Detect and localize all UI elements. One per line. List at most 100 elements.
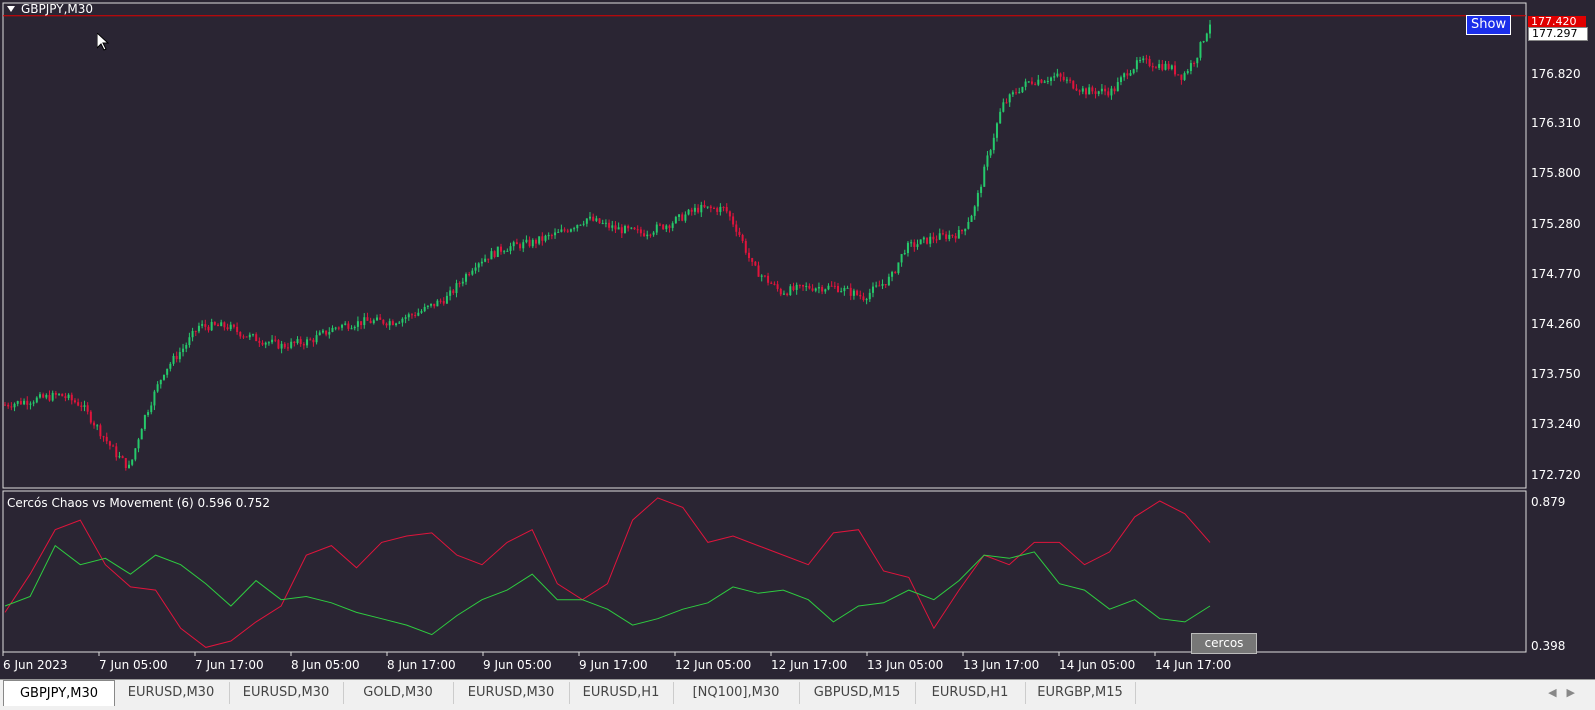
chart-tab[interactable]: [NQ100],M30: [673, 682, 800, 704]
candle-body: [296, 339, 299, 343]
candle-body: [96, 425, 99, 427]
candle-body: [1056, 73, 1059, 77]
candle-body: [484, 258, 487, 262]
candle-body: [375, 317, 378, 321]
chart-tab[interactable]: GBPJPY,M30: [3, 680, 115, 706]
candle-body: [264, 342, 267, 345]
chart-tab[interactable]: GOLD,M30: [343, 682, 454, 704]
candle-body: [1050, 77, 1053, 81]
candle-body: [251, 334, 254, 336]
candle-body: [102, 436, 105, 438]
chart-tab[interactable]: EURGBP,M15: [1025, 682, 1136, 704]
candle-body: [312, 339, 315, 343]
candle-body: [379, 317, 382, 320]
cercos-button[interactable]: cercos: [1191, 633, 1257, 654]
candle-body: [356, 321, 359, 327]
candle-body: [614, 225, 617, 230]
candle-body: [830, 285, 833, 287]
candle-body: [973, 206, 976, 216]
candle-body: [703, 204, 706, 208]
candle-body: [722, 206, 725, 208]
candle-body: [496, 246, 499, 257]
candle-body: [732, 216, 735, 225]
candle-body: [293, 341, 296, 343]
time-tick-label: 7 Jun 17:00: [195, 658, 264, 672]
candle-body: [232, 324, 235, 327]
price-chart-svg[interactable]: [0, 0, 1595, 709]
candle-body: [814, 288, 817, 291]
candle-body: [808, 285, 811, 289]
candle-body: [363, 317, 366, 326]
candle-body: [881, 284, 884, 286]
candle-body: [674, 216, 677, 224]
candle-body: [849, 287, 852, 296]
candle-body: [1065, 79, 1068, 81]
candle-body: [534, 239, 537, 244]
candle-body: [802, 284, 805, 287]
candle-body: [932, 236, 935, 240]
candle-body: [315, 335, 318, 343]
candle-body: [16, 401, 19, 404]
candle-body: [1107, 91, 1110, 96]
candle-body: [922, 237, 925, 240]
candle-body: [576, 224, 579, 229]
candle-body: [544, 235, 547, 241]
candle-body: [646, 234, 649, 237]
candle-body: [592, 216, 595, 221]
candle-body: [611, 225, 614, 228]
chart-tab[interactable]: EURUSD,M30: [113, 682, 230, 704]
candle-body: [341, 324, 344, 328]
candle-body: [306, 339, 309, 346]
candle-body: [789, 286, 792, 296]
time-tick-label: 12 Jun 17:00: [771, 658, 848, 672]
candle-body: [42, 394, 45, 398]
candle-body: [1202, 41, 1205, 43]
candle-body: [1024, 81, 1027, 87]
candle-body: [630, 227, 633, 229]
candle-body: [38, 394, 41, 398]
candle-body: [366, 317, 369, 321]
candle-body: [951, 234, 954, 236]
candle-body: [1040, 79, 1043, 83]
candle-body: [547, 235, 550, 237]
candle-body: [964, 228, 967, 232]
candle-body: [684, 214, 687, 221]
chart-tab-bar: GBPJPY,M30 EURUSD,M30 EURUSD,M30 GOLD,M30 EU…: [0, 679, 1595, 710]
candle-body: [852, 290, 855, 296]
candle-body: [445, 295, 448, 304]
dropdown-triangle-icon[interactable]: [7, 6, 15, 12]
time-tick-label: 9 Jun 17:00: [579, 658, 648, 672]
candle-body: [1145, 58, 1148, 60]
candle-body: [207, 326, 210, 331]
chart-window[interactable]: GBPJPY,M30 Show 177.420 177.297 176.820 1…: [0, 0, 1595, 709]
candle-body: [668, 225, 671, 228]
candle-body: [1094, 91, 1097, 94]
chart-tab[interactable]: EURUSD,H1: [569, 682, 674, 704]
chart-tab[interactable]: EURUSD,M30: [229, 682, 344, 704]
candle-body: [1177, 74, 1180, 76]
price-tick-label: 173.240: [1531, 417, 1581, 432]
tab-scroll-arrows-icon[interactable]: ◀▶: [1548, 686, 1585, 699]
candle-body: [678, 214, 681, 217]
candle-body: [633, 227, 636, 230]
show-button[interactable]: Show: [1466, 15, 1512, 35]
candle-body: [1170, 65, 1173, 69]
candle-body: [321, 330, 324, 333]
candle-body: [837, 286, 840, 293]
chart-tab[interactable]: EURUSD,H1: [915, 682, 1026, 704]
candle-body: [159, 379, 162, 385]
chart-tab[interactable]: GBPUSD,M15: [799, 682, 916, 704]
chart-tab[interactable]: EURUSD,M30: [453, 682, 570, 704]
movement-line: [4, 544, 1211, 636]
candle-body: [404, 317, 407, 319]
candle-body: [773, 283, 776, 285]
candle-body: [999, 111, 1002, 124]
candle-body: [792, 286, 795, 290]
candle-body: [245, 336, 248, 338]
indicator-label: Cercós Chaos vs Movement (6) 0.596 0.752: [7, 496, 271, 510]
candle-body: [935, 239, 938, 241]
candle-body: [61, 393, 64, 397]
time-tick-label: 14 Jun 17:00: [1155, 658, 1232, 672]
candle-body: [884, 284, 887, 286]
candle-body: [430, 303, 433, 306]
